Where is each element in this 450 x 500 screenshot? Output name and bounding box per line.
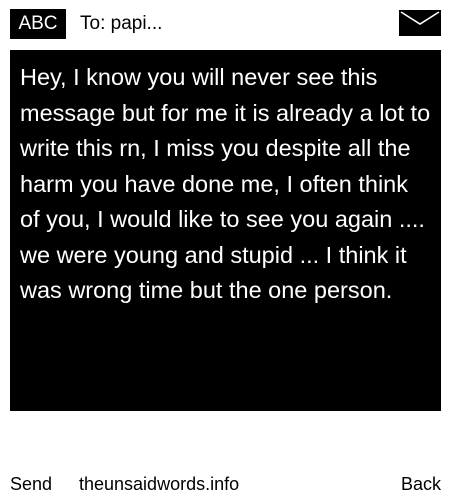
envelope-icon [399,10,441,36]
send-softkey[interactable]: Send [10,471,52,497]
header-bar: ABC To: papi... [0,0,450,46]
input-mode-badge[interactable]: ABC [10,9,66,39]
message-text: Hey, I know you will never see this mess… [20,64,431,303]
recipient-field[interactable]: To: papi... [80,9,162,39]
back-softkey[interactable]: Back [401,471,441,497]
site-link[interactable]: theunsaidwords.info [79,471,239,497]
message-body[interactable]: Hey, I know you will never see this mess… [10,50,441,411]
